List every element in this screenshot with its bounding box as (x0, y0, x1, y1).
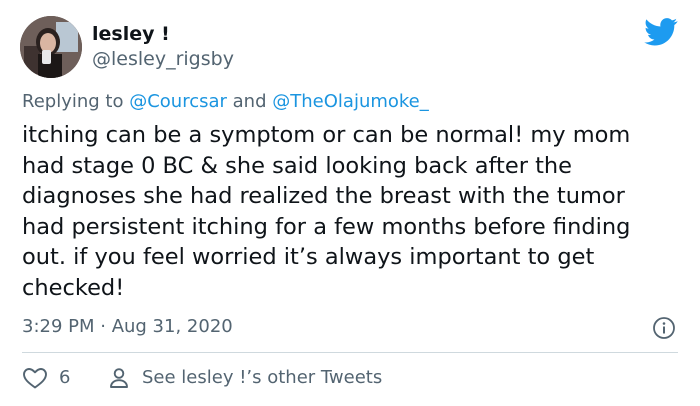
mention-link[interactable]: @Courcsar (129, 91, 227, 112)
tweet-text-line: diagnoses she had realized the breast wi… (22, 183, 625, 209)
reply-context: Replying to @Courcsar and @TheOlajumoke_ (22, 90, 429, 114)
avatar[interactable] (20, 16, 82, 78)
mention-link[interactable]: @TheOlajumoke_ (272, 91, 429, 112)
twitter-bird-icon[interactable] (644, 18, 678, 46)
tweet-timestamp[interactable]: 3:29 PM · Aug 31, 2020 (22, 315, 233, 339)
user-handle[interactable]: @lesley_rigsby (92, 47, 234, 71)
see-other-tweets-link[interactable]: See lesley !’s other Tweets (142, 366, 382, 390)
tweet-text-line: itching can be a symptom or can be norma… (22, 122, 631, 148)
tweet-text: itching can be a symptom or can be norma… (22, 120, 682, 303)
reply-prefix: Replying to (22, 91, 124, 112)
heart-icon[interactable] (22, 366, 48, 390)
display-name[interactable]: lesley ! (92, 22, 170, 46)
reply-conjunction: and (232, 91, 267, 112)
divider (22, 352, 678, 353)
user-icon[interactable] (107, 366, 131, 390)
tweet-card: lesley ! @lesley_rigsby Replying to @Cou… (0, 0, 700, 406)
like-count[interactable]: 6 (59, 366, 70, 390)
tweet-text-line: out. if you feel worried it’s always imp… (22, 244, 595, 270)
avatar-photo (20, 16, 82, 78)
info-icon[interactable] (652, 316, 676, 340)
tweet-text-line: had stage 0 BC & she said looking back a… (22, 152, 573, 179)
tweet-text-line: had persistent itching for a few months … (22, 213, 631, 240)
tweet-text-line: checked! (22, 274, 125, 301)
